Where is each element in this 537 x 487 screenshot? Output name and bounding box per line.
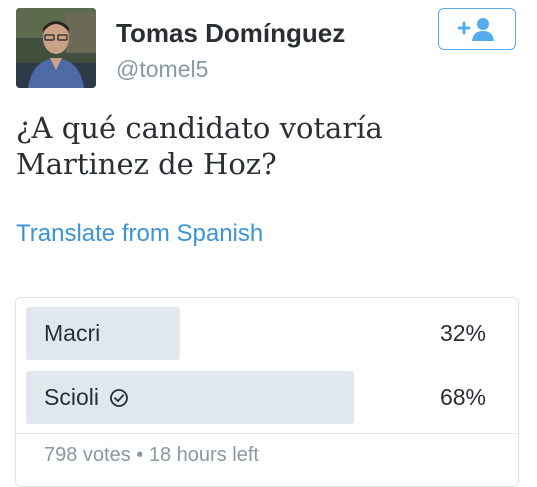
poll-option-scioli[interactable]: Scioli 68% <box>26 371 508 424</box>
poll-divider <box>16 433 518 434</box>
poll-time-left: 18 hours left <box>148 444 259 466</box>
poll-card: Macri 32% Scioli 68% 798 votes • 18 hour… <box>15 297 519 487</box>
poll-option-label: Macri <box>44 307 100 360</box>
follow-user-icon <box>457 18 494 41</box>
poll-vote-count: 798 votes <box>44 444 131 466</box>
poll-option-percent: 68% <box>439 384 486 410</box>
poll-option-percent: 32% <box>439 320 486 346</box>
avatar[interactable] <box>16 8 96 88</box>
translate-link[interactable]: Translate from Spanish <box>16 220 263 248</box>
poll-separator: • <box>136 444 144 466</box>
poll-footer: 798 votes • 18 hours left <box>44 444 259 467</box>
poll-option-macri[interactable]: Macri 32% <box>26 307 508 360</box>
poll-option-text: Scioli <box>44 384 99 410</box>
poll-option-label: Scioli <box>44 371 129 424</box>
author-name[interactable]: Tomas Domínguez <box>116 18 345 49</box>
follow-button[interactable] <box>438 8 516 50</box>
tweet-text: ¿A qué candidato votaría Martinez de Hoz… <box>16 111 383 181</box>
check-circle-icon <box>110 388 128 407</box>
avatar-photo <box>16 8 96 88</box>
poll-option-text: Macri <box>44 320 101 346</box>
author-handle[interactable]: @tomel5 <box>116 56 208 83</box>
